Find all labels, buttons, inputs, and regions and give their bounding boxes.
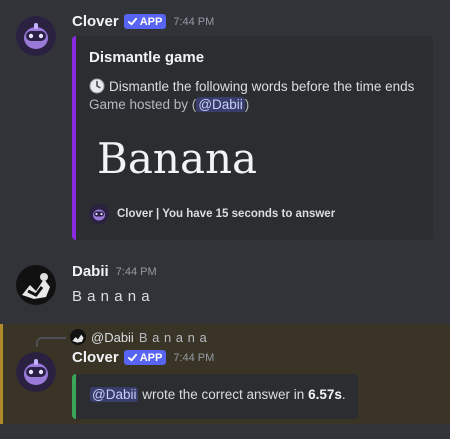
clover-avatar-small — [89, 204, 109, 224]
app-badge: APP — [123, 350, 167, 365]
mention-dabii[interactable]: @Dabii — [196, 97, 245, 112]
result-time: 6.57s — [308, 387, 342, 402]
dabii-avatar-image — [16, 265, 56, 305]
game-embed: Dismantle game Dismantle the following w… — [72, 36, 433, 240]
game-word: Banana — [97, 134, 258, 183]
result-text-mid: wrote the correct answer in — [142, 387, 305, 402]
clover-avatar-image — [16, 16, 56, 56]
hosted-suffix: ) — [244, 97, 250, 112]
message-dabii: Dabii 7:44 PM B a n a n a — [0, 250, 450, 320]
message-content: B a n a n a — [72, 288, 151, 305]
message-header: Dabii 7:44 PM — [72, 263, 157, 280]
username[interactable]: Clover — [72, 349, 119, 366]
embed-title: Dismantle game — [89, 49, 205, 66]
result-embed: @Dabii wrote the correct answer in 6.57s… — [72, 374, 358, 419]
reply-avatar — [70, 329, 86, 345]
app-badge-label: APP — [139, 15, 163, 28]
embed-footer-text: Clover | You have 15 seconds to answer — [117, 208, 336, 220]
message-clover-game: Clover APP 7:44 PM Dismantle game Disman… — [0, 0, 450, 250]
reply-text: B a n a n a — [138, 329, 208, 345]
app-badge-label: APP — [139, 351, 163, 364]
clover-avatar[interactable] — [16, 16, 56, 56]
footer-avatar — [89, 204, 109, 224]
clock-icon — [89, 78, 105, 94]
mention-dabii[interactable]: @Dabii — [90, 387, 139, 402]
timestamp: 7:44 PM — [173, 15, 215, 28]
username[interactable]: Dabii — [72, 263, 109, 280]
result-text-end: . — [341, 387, 346, 402]
app-badge: APP — [123, 14, 167, 29]
message-header: Clover APP 7:44 PM — [72, 13, 214, 30]
dabii-avatar-small — [70, 329, 86, 345]
reply-reference[interactable]: @Dabii B a n a n a — [70, 329, 207, 345]
dabii-avatar[interactable] — [16, 265, 56, 305]
embed-footer: Clover | You have 15 seconds to answer — [89, 204, 335, 224]
embed-description: Dismantle the following words before the… — [89, 78, 414, 94]
username[interactable]: Clover — [72, 13, 119, 30]
checkmark-icon — [127, 353, 137, 362]
clover-avatar-image — [16, 352, 56, 392]
checkmark-icon — [127, 17, 137, 26]
clover-avatar[interactable] — [16, 352, 56, 392]
reply-connector — [36, 337, 66, 347]
reply-username[interactable]: @Dabii — [91, 330, 134, 345]
embed-hosted-line: Game hosted by (@Dabii) — [89, 97, 249, 112]
timestamp: 7:44 PM — [115, 265, 157, 278]
hosted-prefix: Game hosted by ( — [89, 97, 197, 112]
embed-description-text: Dismantle the following words before the… — [109, 78, 415, 94]
result-text: @Dabii wrote the correct answer in 6.57s… — [90, 387, 346, 402]
timestamp: 7:44 PM — [173, 351, 215, 364]
message-header: Clover APP 7:44 PM — [72, 349, 214, 366]
